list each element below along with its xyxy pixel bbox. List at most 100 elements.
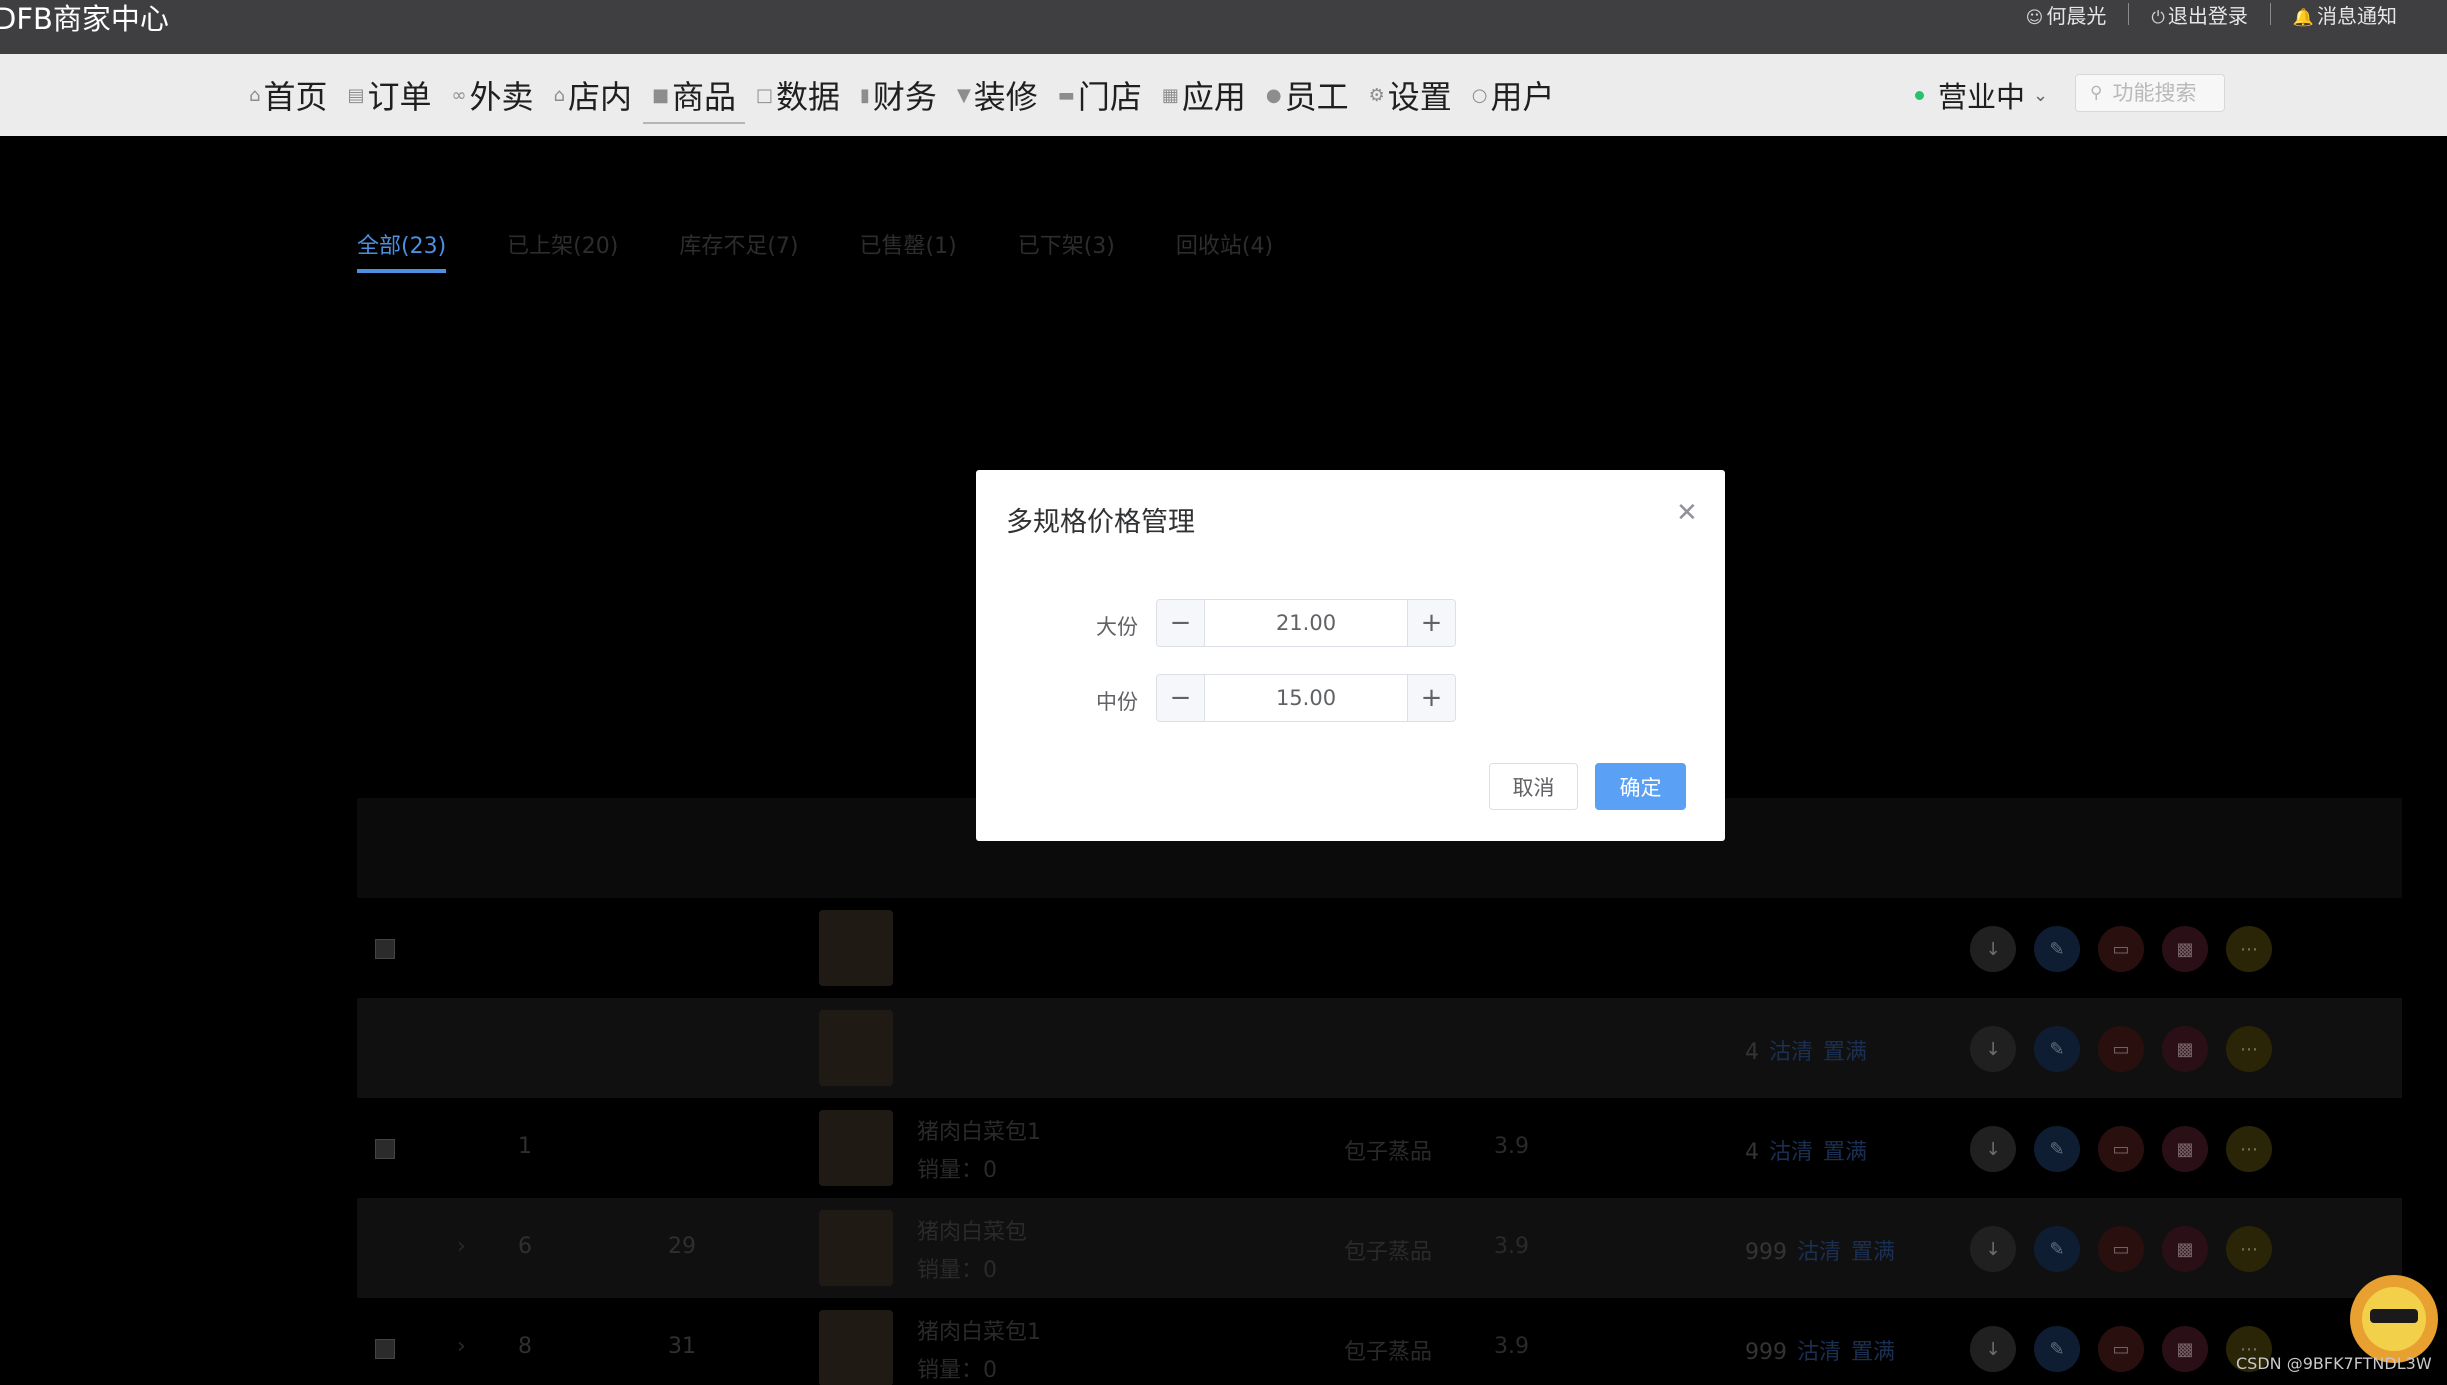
expand-chevron-icon[interactable]: › bbox=[457, 1334, 466, 1359]
trash-icon: ▭ bbox=[2112, 1138, 2130, 1160]
ticket-button[interactable]: ▩ bbox=[2162, 1026, 2208, 1072]
clear-stock-link[interactable]: 沽清 bbox=[1769, 1140, 1813, 1165]
tab-on-shelf[interactable]: 已上架(20) bbox=[507, 228, 618, 272]
product-category: 包子蒸品 bbox=[1344, 1140, 1433, 1165]
nav-item-delivery[interactable]: ∞ 外卖 bbox=[442, 54, 542, 136]
logout-link[interactable]: ⏻ 退出登录 bbox=[2151, 0, 2247, 29]
cancel-button[interactable]: 取消 bbox=[1489, 763, 1578, 810]
row-checkbox[interactable] bbox=[375, 939, 395, 959]
notifications-link[interactable]: 🔔 消息通知 bbox=[2293, 0, 2397, 29]
product-price[interactable]: 3.9 bbox=[1494, 1234, 1529, 1259]
nav-item-dine-in[interactable]: ⌂ 店内 bbox=[545, 54, 641, 136]
nav-item-decoration[interactable]: ▼ 装修 bbox=[948, 54, 1047, 136]
price-input[interactable]: 15.00 bbox=[1205, 675, 1407, 721]
edit-button[interactable]: ✎ bbox=[2034, 1026, 2080, 1072]
nav-item-settings[interactable]: ⚙ 设置 bbox=[1360, 54, 1461, 136]
off-shelf-button[interactable]: ↓ bbox=[1970, 926, 2016, 972]
expand-chevron-icon[interactable]: › bbox=[457, 1234, 466, 1259]
top-bar: DFB商家中心 ☺ 何晨光 ⏻ 退出登录 🔔 消息通知 bbox=[0, 0, 2447, 54]
delete-button[interactable]: ▭ bbox=[2098, 1026, 2144, 1072]
nav-items: ⌂ 首页 ▤ 订单 ∞ 外卖 ⌂ 店内 ■ 商品 □ 数据 ▮ 财务 ▼ 装修 ▬ 门店 ▦ 应用 … bbox=[240, 54, 1565, 136]
fill-stock-link[interactable]: 置满 bbox=[1851, 1340, 1895, 1365]
ticket-button[interactable]: ▩ bbox=[2162, 1226, 2208, 1272]
ticket-button[interactable]: ▩ bbox=[2162, 926, 2208, 972]
off-shelf-button[interactable]: ↓ bbox=[1970, 1026, 2016, 1072]
fill-stock-link[interactable]: 置满 bbox=[1851, 1240, 1895, 1265]
nav-item-home[interactable]: ⌂ 首页 bbox=[240, 54, 336, 136]
ticket-button[interactable]: ▩ bbox=[2162, 1126, 2208, 1172]
nav-item-data[interactable]: □ 数据 bbox=[747, 54, 849, 136]
more-button[interactable]: ⋯ bbox=[2226, 926, 2272, 972]
user-link[interactable]: ☺ 何晨光 bbox=[2026, 0, 2107, 29]
divider bbox=[2128, 3, 2130, 25]
nav-item-apps[interactable]: ▦ 应用 bbox=[1153, 54, 1255, 136]
ticket-button[interactable]: ▩ bbox=[2162, 1326, 2208, 1372]
row-checkbox[interactable] bbox=[375, 1339, 395, 1359]
nav-item-label: 外卖 bbox=[469, 78, 534, 116]
delete-button[interactable]: ▭ bbox=[2098, 1326, 2144, 1372]
tab-off-shelf[interactable]: 已下架(3) bbox=[1018, 228, 1115, 272]
tab-sold-out[interactable]: 已售罄(1) bbox=[860, 228, 957, 272]
delete-button[interactable]: ▭ bbox=[2098, 1126, 2144, 1172]
brand-title: DFB商家中心 bbox=[0, 2, 169, 36]
product-name[interactable]: 猪肉白菜包 bbox=[917, 1214, 1027, 1246]
business-status-dropdown[interactable]: 营业中 ⌄ bbox=[1915, 74, 2048, 116]
logout-label: 退出登录 bbox=[2167, 3, 2248, 28]
tab-low-stock[interactable]: 库存不足(7) bbox=[679, 228, 798, 272]
row-checkbox[interactable] bbox=[375, 1139, 395, 1159]
tab-all[interactable]: 全部(23) bbox=[357, 228, 447, 273]
mascot-badge-icon[interactable] bbox=[2350, 1275, 2438, 1363]
clear-stock-link[interactable]: 沽清 bbox=[1769, 1040, 1813, 1065]
edit-button[interactable]: ✎ bbox=[2034, 1126, 2080, 1172]
edit-button[interactable]: ✎ bbox=[2034, 1326, 2080, 1372]
plus-icon: + bbox=[1420, 608, 1443, 638]
decrement-button[interactable]: − bbox=[1157, 600, 1205, 646]
edit-button[interactable]: ✎ bbox=[2034, 926, 2080, 972]
ticket-icon: ▩ bbox=[2176, 938, 2194, 960]
fill-stock-link[interactable]: 置满 bbox=[1823, 1040, 1867, 1065]
arrow-down-icon: ↓ bbox=[1985, 1238, 2001, 1260]
more-button[interactable]: ⋯ bbox=[2226, 1126, 2272, 1172]
nav-item-label: 店内 bbox=[567, 78, 632, 116]
delete-button[interactable]: ▭ bbox=[2098, 1226, 2144, 1272]
close-icon[interactable]: ✕ bbox=[1676, 498, 1698, 528]
function-search[interactable]: ⚲ bbox=[2075, 74, 2225, 112]
off-shelf-button[interactable]: ↓ bbox=[1970, 1126, 2016, 1172]
product-price[interactable]: 3.9 bbox=[1494, 1134, 1529, 1159]
divider bbox=[2269, 3, 2271, 25]
chat-icon: □ bbox=[755, 84, 773, 106]
spec-label: 大份 bbox=[1096, 615, 1138, 639]
nav-item-stores[interactable]: ▬ 门店 bbox=[1049, 54, 1151, 136]
product-name[interactable]: 猪肉白菜包1 bbox=[917, 1314, 1041, 1346]
price-input[interactable]: 21.00 bbox=[1205, 600, 1407, 646]
nav-item-users[interactable]: ○ 用户 bbox=[1463, 54, 1564, 136]
nav-item-finance[interactable]: ▮ 财务 bbox=[851, 54, 946, 136]
nav-item-staff[interactable]: ● 员工 bbox=[1257, 54, 1358, 136]
tab-recycle-bin[interactable]: 回收站(4) bbox=[1176, 228, 1273, 272]
product-price[interactable]: 3.9 bbox=[1494, 1334, 1529, 1359]
off-shelf-button[interactable]: ↓ bbox=[1970, 1226, 2016, 1272]
function-search-input[interactable] bbox=[2112, 81, 2209, 105]
more-button[interactable]: ⋯ bbox=[2226, 1026, 2272, 1072]
more-button[interactable]: ⋯ bbox=[2226, 1226, 2272, 1272]
nav-item-products[interactable]: ■ 商品 bbox=[642, 54, 746, 136]
delete-button[interactable]: ▭ bbox=[2098, 926, 2144, 972]
product-thumbnail bbox=[819, 1110, 893, 1186]
nav-item-orders[interactable]: ▤ 订单 bbox=[338, 54, 440, 136]
off-shelf-button[interactable]: ↓ bbox=[1970, 1326, 2016, 1372]
product-name[interactable]: 猪肉白菜包1 bbox=[917, 1114, 1041, 1146]
trash-icon: ▭ bbox=[2112, 938, 2130, 960]
clear-stock-link[interactable]: 沽清 bbox=[1797, 1240, 1841, 1265]
decrement-button[interactable]: − bbox=[1157, 675, 1205, 721]
product-thumbnail bbox=[819, 1210, 893, 1286]
nav-item-label: 数据 bbox=[776, 78, 841, 116]
bell-icon: 🔔 bbox=[2292, 7, 2314, 28]
increment-button[interactable]: + bbox=[1407, 675, 1455, 721]
price-stepper: − 21.00 + bbox=[1156, 599, 1456, 647]
nav-item-label: 装修 bbox=[973, 78, 1038, 116]
clear-stock-link[interactable]: 沽清 bbox=[1797, 1340, 1841, 1365]
increment-button[interactable]: + bbox=[1407, 600, 1455, 646]
edit-button[interactable]: ✎ bbox=[2034, 1226, 2080, 1272]
confirm-button[interactable]: 确定 bbox=[1595, 763, 1686, 810]
fill-stock-link[interactable]: 置满 bbox=[1823, 1140, 1867, 1165]
